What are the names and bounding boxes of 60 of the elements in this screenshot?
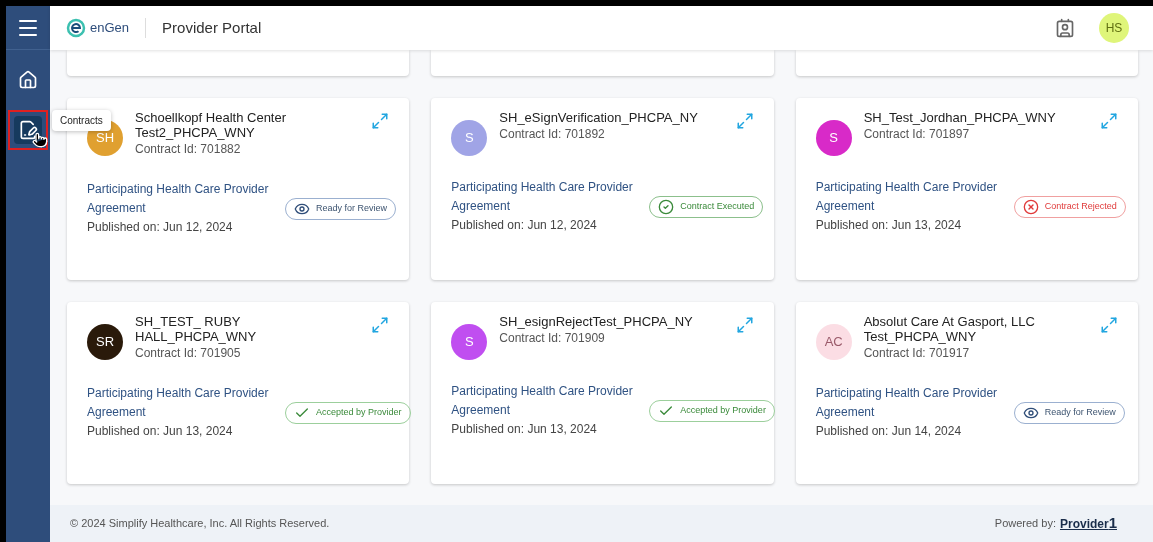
document-edit-icon (18, 120, 38, 140)
status-label: Accepted by Provider (680, 403, 766, 417)
contract-id: Contract Id: 701909 (499, 330, 606, 347)
brand-logo: Provider1 (1059, 513, 1117, 534)
check-circle-icon (658, 198, 675, 215)
app-title: Provider Portal (162, 17, 262, 38)
published-date: Published on: Jun 13, 2024 (815, 217, 963, 234)
copyright: © 2024 Simplify Healthcare, Inc. All Rights Reserved. (70, 516, 330, 532)
agreement-link[interactable]: Participating Health Care Provider Agreement (87, 180, 277, 218)
contract-id: Contract Id: 701897 (863, 126, 971, 143)
contract-id: Contract Id: 701905 (135, 345, 242, 362)
powered-by: Powered by: (994, 516, 1056, 532)
pointer-icon (32, 132, 48, 148)
expand-icon[interactable] (1100, 112, 1118, 130)
published-date: Published on: Jun 12, 2024 (451, 217, 598, 234)
contract-card[interactable]: SR SH_TEST_ RUBY HALL_PHCPA_WNY Contract Id: 701905 Participating Health Care Provider Agreement Published on: Jun 13, 2024 Accepted by Provider (67, 302, 410, 484)
published-date: Published on: Jun 13, 2024 (87, 423, 234, 440)
expand-icon[interactable] (371, 112, 390, 130)
card-title: Schoellkopf Health Center Test2_PHCPA_WNY (135, 110, 288, 140)
logo-icon (66, 18, 86, 38)
expand-icon[interactable] (735, 112, 754, 130)
status-label: Contract Executed (680, 199, 755, 213)
x-circle-icon (1022, 198, 1039, 215)
agreement-link[interactable]: Participating Health Care Provider Agreement (451, 382, 642, 420)
tooltip: Contracts (52, 110, 111, 131)
card-title: SH_TEST_ RUBY HALL_PHCPA_WNY (135, 314, 258, 344)
avatar: AC (815, 324, 852, 360)
expand-icon[interactable] (1100, 316, 1118, 334)
contract-card[interactable]: S SH_Test_Jordhan_PHCPA_WNY Contract Id: 701897 Participating Health Care Provider Agreement Published on: Jun 13, 2024 Contract Rejected (795, 98, 1138, 280)
agreement-link[interactable]: Participating Health Care Provider Agreement (815, 384, 1006, 422)
expand-icon[interactable] (735, 316, 754, 334)
agreement-link[interactable]: Participating Health Care Provider Agreement (451, 178, 642, 216)
expand-icon[interactable] (371, 316, 390, 334)
avatar: S (451, 120, 488, 156)
status-label: Accepted by Provider (316, 405, 402, 419)
published-date: Published on: Jun 12, 2024 (87, 219, 234, 236)
contract-id: Contract Id: 701917 (863, 345, 971, 362)
card-title: SH_eSignVerification_PHCPA_NY (499, 110, 699, 125)
status-label: Ready for Review (1044, 405, 1116, 419)
avatar: S (815, 120, 852, 156)
contact-book-icon[interactable] (1055, 18, 1075, 38)
agreement-link[interactable]: Participating Health Care Provider Agreement (87, 384, 277, 422)
status-label: Ready for Review (316, 201, 388, 215)
published-date: Published on: Jun 13, 2024 (451, 421, 598, 438)
card-title: SH_Test_Jordhan_PHCPA_WNY (863, 110, 1057, 125)
avatar: SR (87, 324, 123, 360)
contract-id: Contract Id: 701882 (135, 141, 242, 158)
card-title: Absolut Care At Gasport, LLC Test_PHCPA_WNY (863, 314, 1036, 344)
logo-text: enGen (90, 19, 130, 38)
agreement-link[interactable]: Participating Health Care Provider Agreement (815, 178, 1006, 216)
contract-id: Contract Id: 701892 (499, 126, 606, 143)
contract-card[interactable]: S SH_eSignVerification_PHCPA_NY Contract Id: 701892 Participating Health Care Provider Agreement Published on: Jun 12, 2024 Contract Executed (431, 98, 774, 280)
card-title: SH_esignRejectTest_PHCPA_NY (499, 314, 694, 329)
home-icon (18, 70, 38, 90)
avatar: S (451, 324, 488, 360)
contract-card[interactable]: AC Absolut Care At Gasport, LLC Test_PHCPA_WNY Contract Id: 701917 Participating Health Care Provider Agreement Published on: Jun 14, 2024 Ready for Review (795, 302, 1138, 484)
contract-card[interactable]: S SH_esignRejectTest_PHCPA_NY Contract Id: 701909 Participating Health Care Provider Agreement Published on: Jun 13, 2024 Accepted by Provider (431, 302, 774, 484)
status-label: Contract Rejected (1044, 199, 1117, 213)
user-avatar[interactable]: HS (1099, 13, 1129, 43)
published-date: Published on: Jun 14, 2024 (815, 423, 963, 440)
